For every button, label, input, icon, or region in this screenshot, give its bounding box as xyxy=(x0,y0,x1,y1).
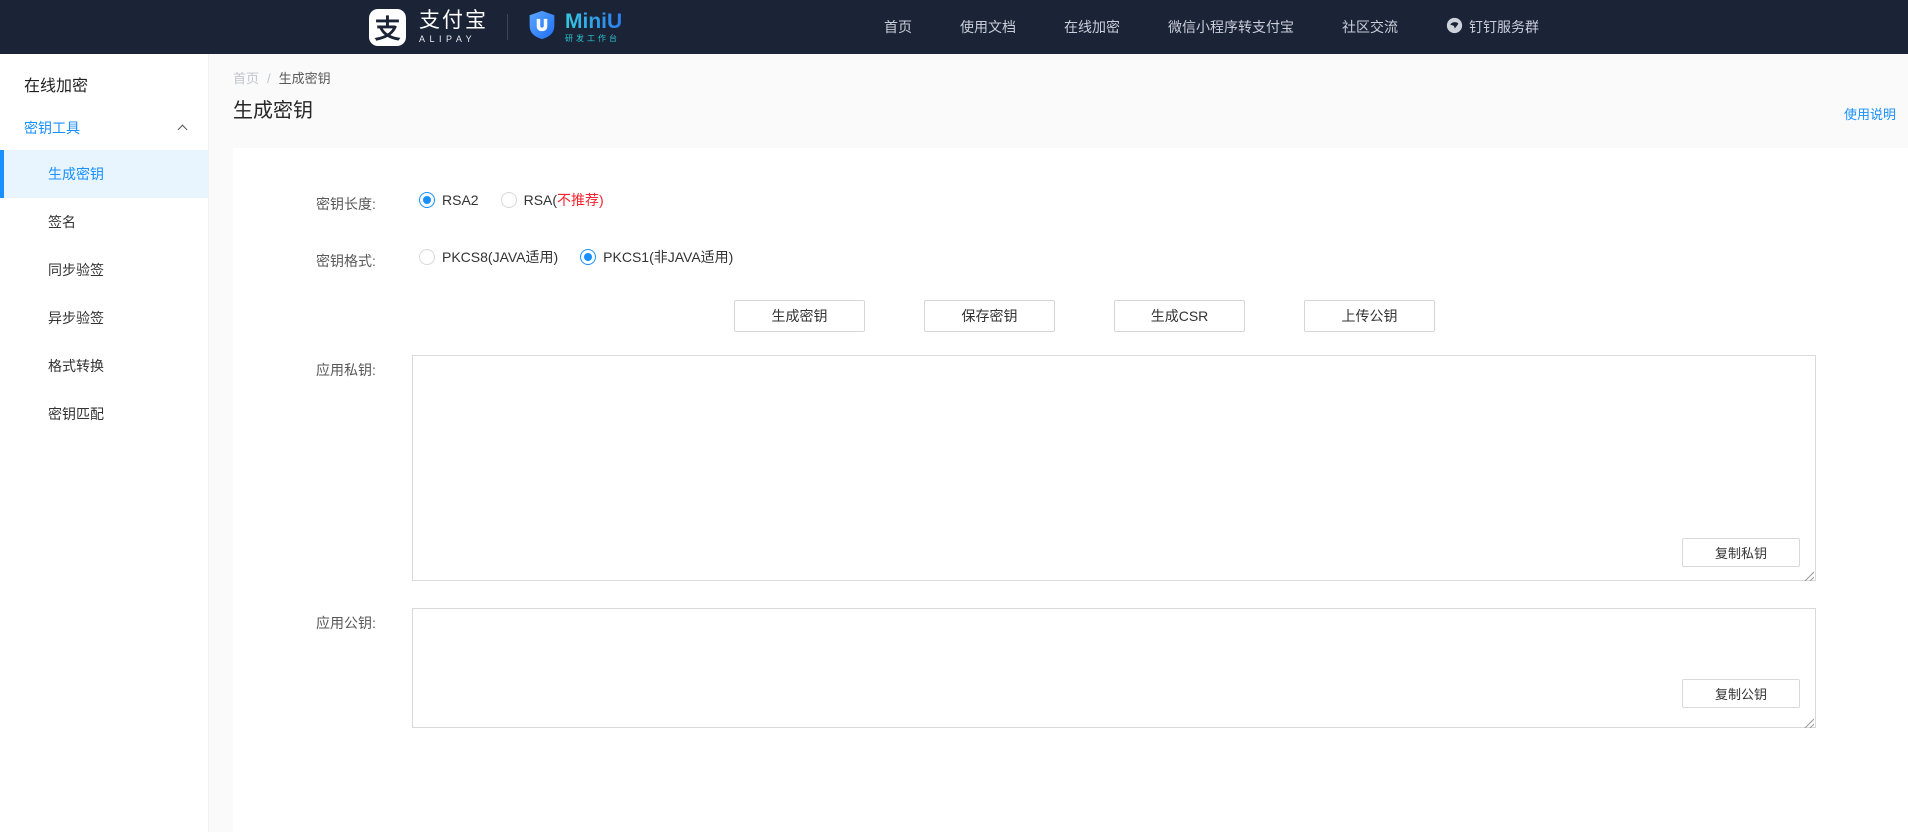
nav-item-dingtalk-group[interactable]: 钉钉服务群 xyxy=(1446,17,1539,37)
private-key-textarea[interactable] xyxy=(412,355,1816,581)
brand-divider xyxy=(507,14,508,40)
miniu-brand-sub: 研发工作台 xyxy=(565,35,622,43)
miniu-shield-icon xyxy=(527,9,557,46)
main-area: 首页 / 生成密钥 生成密钥 使用说明 密钥长度: RSA2 RSA(不推荐) 密钥… xyxy=(210,54,1908,832)
miniu-brand-name: MiniU xyxy=(565,11,622,32)
form-card: 密钥长度: RSA2 RSA(不推荐) 密钥格式: PKCS8(JAVA适用) … xyxy=(233,148,1908,832)
sidebar-title: 在线加密 xyxy=(0,68,208,106)
nav-item-docs[interactable]: 使用文档 xyxy=(960,17,1016,37)
copy-public-key-button[interactable]: 复制公钥 xyxy=(1682,679,1800,708)
radio-label: RSA2 xyxy=(442,192,479,208)
public-key-label: 应用公钥: xyxy=(316,613,376,633)
save-key-button[interactable]: 保存密钥 xyxy=(924,300,1055,332)
resize-grip-icon[interactable] xyxy=(1803,715,1814,726)
not-recommended-warning: 不推荐) xyxy=(557,192,604,208)
sidebar: 在线加密 密钥工具 生成密钥 签名 同步验签 异步验签 格式转换 密钥匹配 xyxy=(0,54,209,832)
nav-item-community[interactable]: 社区交流 xyxy=(1342,17,1398,37)
breadcrumb: 首页 / 生成密钥 xyxy=(233,68,331,87)
key-length-label: 密钥长度: xyxy=(316,194,376,214)
key-length-radio-group: RSA2 RSA(不推荐) xyxy=(419,190,604,210)
radio-label: RSA(不推荐) xyxy=(524,190,604,210)
sidebar-item-key-match[interactable]: 密钥匹配 xyxy=(0,390,208,438)
key-format-radio-group: PKCS8(JAVA适用) PKCS1(非JAVA适用) xyxy=(419,247,733,267)
generate-csr-button[interactable]: 生成CSR xyxy=(1114,300,1245,332)
action-button-row: 生成密钥 保存密钥 生成CSR 上传公钥 xyxy=(734,300,1435,332)
nav-item-home[interactable]: 首页 xyxy=(884,17,912,37)
radio-pkcs1[interactable]: PKCS1(非JAVA适用) xyxy=(580,247,733,267)
dingtalk-icon xyxy=(1446,17,1463,37)
chevron-up-icon xyxy=(178,125,188,135)
nav-item-encrypt[interactable]: 在线加密 xyxy=(1064,17,1120,37)
page-title: 生成密钥 xyxy=(233,94,313,123)
top-nav: 首页 使用文档 在线加密 微信小程序转支付宝 社区交流 钉钉服务群 xyxy=(884,17,1539,37)
sidebar-item-sync-verify[interactable]: 同步验签 xyxy=(0,246,208,294)
upload-public-key-button[interactable]: 上传公钥 xyxy=(1304,300,1435,332)
alipay-logo-icon: 支 xyxy=(369,9,406,46)
radio-selected-icon xyxy=(419,192,435,208)
copy-private-key-button[interactable]: 复制私钥 xyxy=(1682,538,1800,567)
sidebar-group-label: 密钥工具 xyxy=(24,118,80,138)
radio-label: PKCS8(JAVA适用) xyxy=(442,247,558,267)
private-key-label: 应用私钥: xyxy=(316,360,376,380)
usage-help-link[interactable]: 使用说明 xyxy=(1844,104,1896,123)
breadcrumb-home[interactable]: 首页 xyxy=(233,71,259,86)
alipay-brand-name: 支付宝 xyxy=(419,10,488,31)
nav-item-label: 钉钉服务群 xyxy=(1469,17,1539,37)
breadcrumb-separator: / xyxy=(267,71,271,86)
radio-label: PKCS1(非JAVA适用) xyxy=(603,247,733,267)
sidebar-group-key-tools[interactable]: 密钥工具 xyxy=(0,106,208,150)
radio-rsa2[interactable]: RSA2 xyxy=(419,192,479,208)
sidebar-item-format-convert[interactable]: 格式转换 xyxy=(0,342,208,390)
radio-unselected-icon xyxy=(501,192,517,208)
top-bar: 支 支付宝 ALIPAY MiniU 研 xyxy=(0,0,1908,54)
radio-rsa[interactable]: RSA(不推荐) xyxy=(501,190,604,210)
alipay-brand-sub: ALIPAY xyxy=(419,35,488,44)
key-format-label: 密钥格式: xyxy=(316,251,376,271)
brand-logos: 支 支付宝 ALIPAY MiniU 研 xyxy=(369,9,622,46)
sidebar-item-generate-key[interactable]: 生成密钥 xyxy=(0,150,208,198)
nav-item-wechat-to-alipay[interactable]: 微信小程序转支付宝 xyxy=(1168,17,1294,37)
sidebar-item-async-verify[interactable]: 异步验签 xyxy=(0,294,208,342)
generate-key-button[interactable]: 生成密钥 xyxy=(734,300,865,332)
resize-grip-icon[interactable] xyxy=(1803,568,1814,579)
breadcrumb-current: 生成密钥 xyxy=(279,71,331,86)
public-key-textarea[interactable] xyxy=(412,608,1816,728)
radio-unselected-icon xyxy=(419,249,435,265)
radio-selected-icon xyxy=(580,249,596,265)
private-key-field: 复制私钥 xyxy=(412,355,1816,581)
radio-pkcs8[interactable]: PKCS8(JAVA适用) xyxy=(419,247,558,267)
sidebar-item-sign[interactable]: 签名 xyxy=(0,198,208,246)
public-key-field: 复制公钥 xyxy=(412,608,1816,728)
